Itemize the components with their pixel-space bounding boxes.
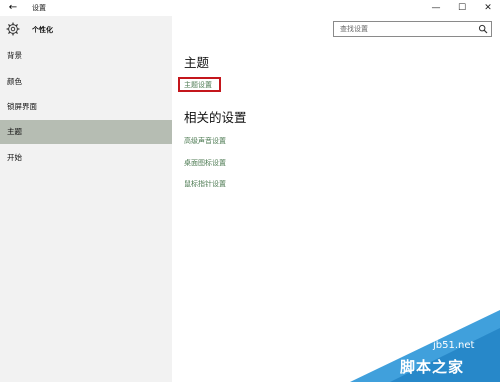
window-title: 设置 xyxy=(32,4,46,12)
search-input[interactable] xyxy=(334,22,480,36)
watermark-brand: 脚本之家 xyxy=(400,358,465,376)
sidebar-item-colors[interactable]: 颜色 xyxy=(0,70,172,94)
sidebar-item-themes[interactable]: 主题 xyxy=(0,120,172,144)
sidebar-item-background[interactable]: 背景 xyxy=(0,44,172,68)
sidebar: 个性化 背景 颜色 锁屏界面 主题 开始 xyxy=(0,16,172,382)
title-bar: ← 设置 — ☐ ✕ xyxy=(0,0,500,16)
highlight-annotation xyxy=(178,77,221,92)
close-button[interactable]: ✕ xyxy=(476,0,500,16)
sidebar-item-start[interactable]: 开始 xyxy=(0,146,172,170)
page-title: 个性化 xyxy=(32,26,53,34)
search-icon[interactable] xyxy=(478,24,488,34)
section-title-themes: 主题 xyxy=(184,55,210,70)
gear-icon xyxy=(6,22,20,36)
mouse-pointer-settings-link[interactable]: 鼠标指针设置 xyxy=(184,178,226,190)
maximize-button[interactable]: ☐ xyxy=(450,0,474,16)
section-title-related-settings: 相关的设置 xyxy=(184,110,247,125)
minimize-button[interactable]: — xyxy=(424,0,448,16)
search-box xyxy=(333,21,492,37)
advanced-sound-settings-link[interactable]: 高级声音设置 xyxy=(184,135,226,147)
watermark-site: jb51.net xyxy=(433,340,475,351)
back-arrow-icon[interactable]: ← xyxy=(6,1,20,15)
desktop-icon-settings-link[interactable]: 桌面图标设置 xyxy=(184,157,226,169)
sidebar-item-lock-screen[interactable]: 锁屏界面 xyxy=(0,95,172,119)
